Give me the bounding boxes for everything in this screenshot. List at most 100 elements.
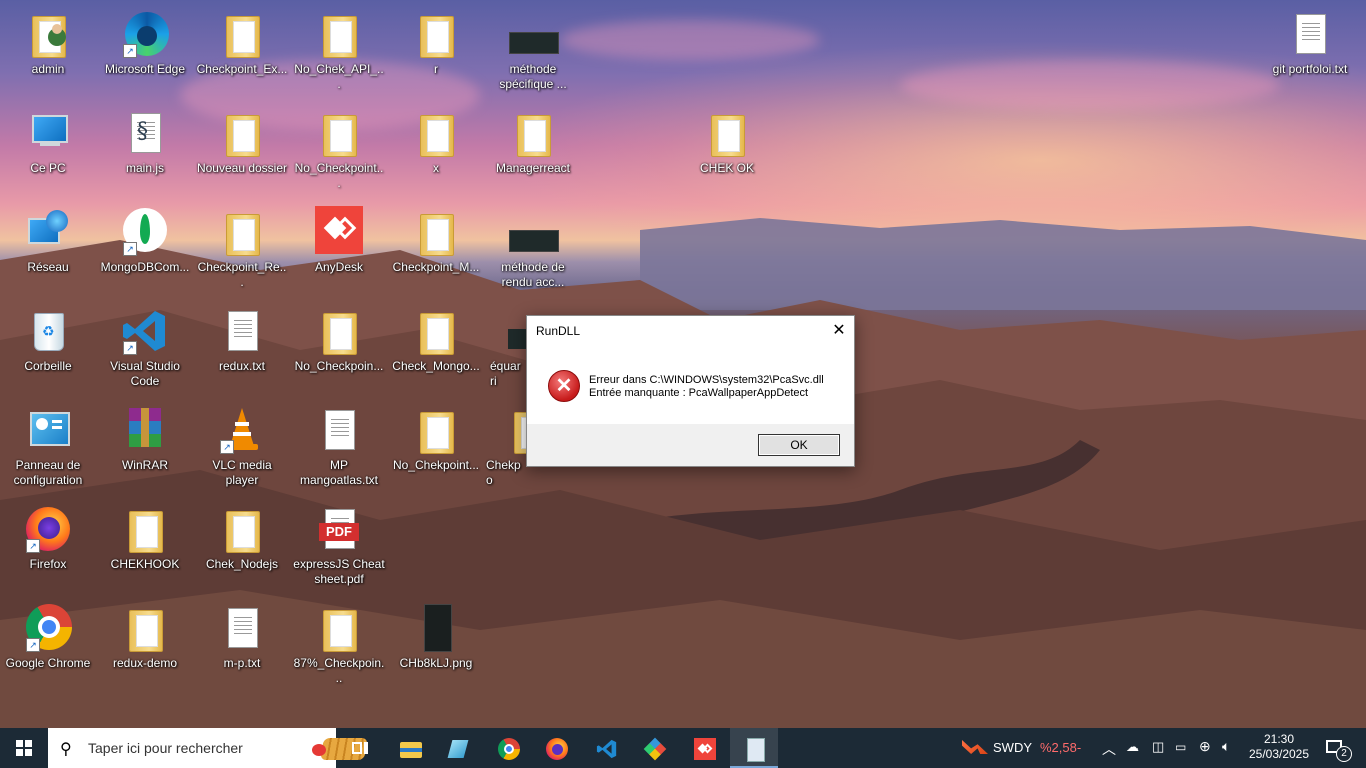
desktop-icon-folder[interactable]: CHEK OK [679, 103, 775, 201]
icon-label: No_Chekpoint... [392, 458, 480, 472]
desktop-icon-microsoft-edge[interactable]: ↗ Microsoft Edge [97, 4, 193, 102]
icon-label: Firefox [29, 557, 67, 571]
desktop-icon-folder[interactable]: Chek_Nodejs [194, 499, 290, 597]
dialog-titlebar[interactable]: RunDLL ✕ [527, 316, 854, 346]
onedrive-cloud-icon[interactable]: ☁ [1126, 739, 1139, 755]
folder-icon [484, 406, 528, 454]
notification-center-button[interactable]: 2 [1318, 728, 1366, 768]
desktop-icon-mongodb[interactable]: ↗ MongoDBCom... [97, 202, 193, 300]
desktop-icon-image[interactable]: équarri [470, 301, 526, 399]
desktop-icon-vlc[interactable]: ↗ VLC media player [194, 400, 290, 498]
desktop-icon-folder[interactable]: r [388, 4, 484, 102]
desktop-icon-corbeille[interactable]: ♻ Corbeille [0, 301, 96, 399]
dialog-footer: OK [527, 424, 854, 466]
desktop-icon-image[interactable]: méthode de rendu acc... [485, 202, 581, 300]
vlc-icon: ↗ [218, 406, 266, 454]
icon-label: CHEK OK [699, 161, 754, 175]
icon-label: Microsoft Edge [104, 62, 186, 76]
taskbar-clock[interactable]: 21:30 25/03/2025 [1244, 732, 1314, 762]
desktop-icon-admin[interactable]: admin [0, 4, 96, 102]
icon-label: AnyDesk [314, 260, 364, 274]
folder-icon [703, 109, 751, 157]
desktop-icon-text-file[interactable]: redux.txt [194, 301, 290, 399]
desktop-icon-folder[interactable]: CHEKHOOK [97, 499, 193, 597]
cloud [900, 60, 1280, 110]
desktop-icon-vscode[interactable]: ↗ Visual Studio Code [97, 301, 193, 399]
edge-icon: ↗ [121, 10, 169, 58]
taskbar-file-explorer[interactable] [386, 728, 434, 768]
device-icon[interactable]: ◫ [1152, 739, 1164, 755]
icon-label: m-p.txt [223, 656, 261, 670]
taskbar-git-extension[interactable] [630, 728, 678, 768]
desktop-icon-ce-pc[interactable]: Ce PC [0, 103, 96, 201]
folder-icon [218, 208, 266, 256]
desktop-icon-folder[interactable]: No_Chekpoint... [388, 400, 484, 498]
desktop-icon-main-js[interactable]: § main.js [97, 103, 193, 201]
desktop-icon-pdf[interactable]: PDF expressJS Cheat sheet.pdf [291, 499, 387, 597]
icon-label: Panneau de configuration [13, 458, 83, 487]
desktop-icon-image[interactable]: méthode spécifique ... [485, 4, 581, 102]
taskbar-google-chrome[interactable] [484, 728, 532, 768]
network-globe-icon[interactable]: ⊕ [1199, 738, 1211, 755]
text-file-icon [315, 406, 363, 454]
desktop-icon-folder[interactable]: Managerreact [485, 103, 581, 201]
desktop-icon-image[interactable]: CHb8kLJ.png [388, 598, 484, 696]
desktop-icon-text-file[interactable]: MP mangoatlas.txt [291, 400, 387, 498]
image-thumbnail-icon [509, 208, 559, 256]
chevron-up-icon[interactable]: ︿ [1102, 739, 1116, 759]
desktop-icon-folder[interactable]: Checkpoint_Re... [194, 202, 290, 300]
stock-widget[interactable]: SWDY %2,58- [960, 728, 1086, 768]
desktop-icon-folder[interactable]: redux-demo [97, 598, 193, 696]
desktop-icon-folder[interactable]: No_Checkpoint... [291, 103, 387, 201]
desktop-icon-folder[interactable]: No_Chek_API_... [291, 4, 387, 102]
taskbar-anydesk[interactable] [680, 728, 728, 768]
desktop-icon-folder[interactable]: No_Checkpoin... [291, 301, 387, 399]
desktop-icon-text-file[interactable]: m-p.txt [194, 598, 290, 696]
dialog-message-line1: Erreur dans C:\WINDOWS\system32\PcaSvc.d… [589, 374, 824, 386]
cloud [560, 20, 820, 60]
desktop-icon-anydesk[interactable]: AnyDesk [291, 202, 387, 300]
folder-icon [218, 505, 266, 553]
clock-time: 21:30 [1263, 732, 1295, 746]
icon-label: CHEKHOOK [110, 557, 180, 571]
vscode-icon: ↗ [121, 307, 169, 355]
folder-icon [121, 604, 169, 652]
desktop-icon-folder[interactable]: Checkpoint_M... [388, 202, 484, 300]
desktop-icon-folder[interactable]: 87%_Checkpoin... [291, 598, 387, 696]
desktop-icon-winrar[interactable]: WinRAR [97, 400, 193, 498]
dialog-message-line2: Entrée manquante : PcaWallpaperAppDetect [589, 387, 809, 399]
desktop-icon-reseau[interactable]: Réseau [0, 202, 96, 300]
desktop-icon-google-chrome[interactable]: ↗ Google Chrome [0, 598, 96, 696]
icon-label: redux.txt [218, 359, 266, 373]
icon-label: x [433, 161, 439, 175]
rundll-error-dialog: RunDLL ✕ ✕ Erreur dans C:\WINDOWS\system… [526, 315, 855, 467]
icon-label: Checkpoint_M... [392, 260, 480, 274]
desktop-icon-folder[interactable]: x [388, 103, 484, 201]
ok-button[interactable]: OK [758, 434, 840, 456]
taskbar-visual-studio-code[interactable] [582, 728, 630, 768]
desktop-icon-text-file[interactable]: git portfoloi.txt [1262, 4, 1358, 102]
desktop-icon-folder[interactable]: Checkpoint_Ex... [194, 4, 290, 102]
battery-icon[interactable]: ▭ [1175, 740, 1186, 754]
task-view-button[interactable] [336, 728, 384, 768]
file-explorer-icon [400, 738, 422, 758]
icon-label: Corbeille [24, 359, 72, 373]
taskbar-firefox[interactable] [532, 728, 580, 768]
desktop-icon-control-panel[interactable]: Panneau de configuration [0, 400, 96, 498]
volume-icon[interactable]: 🔈︎ [1222, 738, 1230, 755]
close-button[interactable]: ✕ [824, 316, 854, 346]
start-button[interactable] [0, 728, 48, 768]
desktop-icon-folder[interactable]: Chekpo [484, 400, 528, 498]
folder-icon [412, 208, 460, 256]
desktop-icon-folder[interactable]: Nouveau dossier [194, 103, 290, 201]
icon-label: MP mangoatlas.txt [299, 458, 379, 487]
taskbar-search-box[interactable]: ⚲ Taper ici pour rechercher [48, 728, 368, 768]
text-file-icon [1286, 10, 1334, 58]
clock-date: 25/03/2025 [1248, 747, 1310, 761]
icon-label: main.js [125, 161, 164, 175]
desktop-icon-firefox[interactable]: ↗ Firefox [0, 499, 96, 597]
firefox-icon: ↗ [24, 505, 72, 553]
notes-app-icon [447, 738, 469, 758]
taskbar-app[interactable] [434, 728, 482, 768]
taskbar-notepad-active[interactable] [730, 728, 778, 768]
